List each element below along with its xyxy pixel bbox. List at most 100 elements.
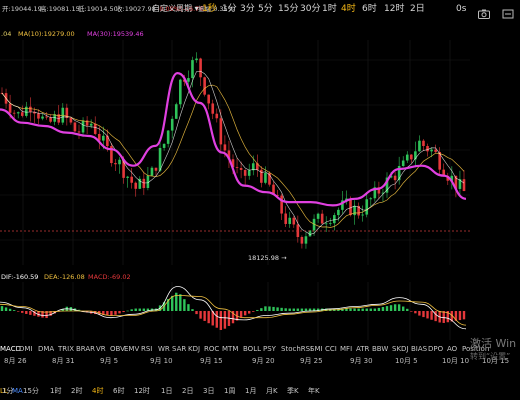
ohlc-low: 低:19014.50 (78, 5, 118, 13)
candle-body (324, 223, 328, 225)
candle-body (462, 179, 466, 191)
price-chart[interactable] (0, 40, 470, 265)
bottom-interval[interactable]: 6时 (113, 386, 124, 396)
indicator-trix[interactable]: TRIX (58, 344, 74, 354)
indicator-dmi[interactable]: DMI (19, 344, 33, 354)
candle-body (426, 146, 429, 152)
macd-histogram-bar (207, 311, 210, 324)
indicator-dpo[interactable]: DPO (428, 344, 443, 354)
bottom-interval[interactable]: 1周 (224, 386, 235, 396)
bottom-interval[interactable]: 4时 (92, 386, 103, 396)
interval-15m[interactable]: 15分 (278, 3, 298, 15)
ma10-value: MA(10):19279.00 (18, 30, 75, 38)
camera-icon[interactable] (478, 4, 490, 19)
date-label: 9月 30 (350, 357, 373, 365)
bottom-interval[interactable]: 1日 (161, 386, 172, 396)
candle-body (304, 236, 308, 244)
candle-body (239, 167, 243, 170)
candle-body (134, 182, 138, 189)
interval-30m[interactable]: 30分 (300, 3, 320, 15)
date-label: 10月 5 (395, 357, 418, 365)
indicator-boll[interactable]: BOLL (243, 344, 261, 354)
indicator-obv[interactable]: OBV (110, 344, 125, 354)
indicator-rsi[interactable]: RSI (141, 344, 152, 354)
bottom-interval[interactable]: 1月 (245, 386, 256, 396)
indicator-skdj[interactable]: SKDJ (392, 344, 409, 354)
macd-histogram-bar (418, 311, 421, 316)
indicator-mtm[interactable]: MTM (222, 344, 238, 354)
macd-histogram-bar (130, 309, 133, 311)
candle-body (300, 236, 304, 244)
watermark-line2: 转到“设置” (470, 352, 511, 361)
indicator-dma[interactable]: DMA (38, 344, 54, 354)
indicator-kdj[interactable]: KDJ (188, 344, 200, 354)
bottom-interval[interactable]: 年K (308, 386, 320, 396)
interval-5m[interactable]: 5分 (258, 3, 273, 15)
interval-0s[interactable]: 0s (456, 3, 466, 15)
macd-histogram-bar (29, 311, 32, 315)
settings-icon[interactable] (502, 4, 514, 19)
macd-histogram-bar (8, 308, 12, 311)
indicator-atr[interactable]: ATR (356, 344, 369, 354)
interval-1h[interactable]: 1时 (322, 3, 337, 15)
indicator-macd[interactable]: MACD (0, 344, 21, 354)
candle-body (361, 214, 364, 216)
macd-histogram-bar (183, 299, 186, 311)
date-label: 8月 31 (52, 357, 75, 365)
bottom-left-ma[interactable]: MA (12, 386, 23, 396)
interval-4h[interactable]: 4时 (341, 3, 356, 15)
macd-histogram-bar (426, 311, 429, 319)
interval-3m[interactable]: 3分 (240, 3, 255, 15)
indicator-stochrsi[interactable]: StochRSI (281, 344, 312, 354)
bottom-interval[interactable]: 15分 (23, 386, 39, 396)
bottom-interval[interactable]: 3日 (203, 386, 214, 396)
macd-histogram-bar (410, 311, 413, 312)
indicator-cci[interactable]: CCI (325, 344, 337, 354)
bottom-interval[interactable]: 月K (266, 386, 278, 396)
interval-1s[interactable]: 1秒 (202, 3, 217, 15)
indicator-brar[interactable]: BRAR (76, 344, 95, 354)
indicator-mfi[interactable]: MFI (340, 344, 352, 354)
macd-histogram-bar (256, 309, 259, 311)
ma-first-value: .04 (1, 30, 12, 38)
bottom-interval[interactable]: 季K (287, 386, 299, 396)
macd-histogram-bar (357, 308, 360, 311)
candle-body (118, 159, 121, 165)
indicator-emv[interactable]: EMV (124, 344, 139, 354)
macd-histogram-bar (142, 308, 146, 311)
candle-body (223, 144, 227, 151)
candle-body (316, 213, 320, 219)
interval-6h[interactable]: 6时 (362, 3, 377, 15)
candle-body (219, 118, 223, 145)
bottom-interval[interactable]: 1分 (2, 386, 13, 396)
indicator-smi[interactable]: SMI (310, 344, 323, 354)
bottom-interval[interactable]: 2日 (182, 386, 193, 396)
bottom-interval[interactable]: 12时 (134, 386, 150, 396)
candle-body (247, 170, 251, 176)
bottom-interval[interactable]: 2时 (71, 386, 82, 396)
macd-histogram-bar (276, 307, 279, 311)
indicator-bbw[interactable]: BBW (372, 344, 388, 354)
candle-body (20, 112, 24, 116)
macd-chart[interactable] (0, 282, 470, 340)
date-label: 9月 10 (150, 357, 173, 365)
indicator-bias[interactable]: BIAS (411, 344, 427, 354)
bottom-interval[interactable]: 1时 (50, 386, 61, 396)
indicator-roc[interactable]: ROC (204, 344, 219, 354)
candle-body (251, 163, 255, 171)
indicator-vr[interactable]: VR (96, 344, 106, 354)
interval-12h[interactable]: 12时 (384, 3, 404, 15)
candle-body (77, 131, 81, 133)
interval-1m[interactable]: 1分 (222, 3, 237, 15)
indicator-ao[interactable]: AO (447, 344, 457, 354)
candle-body (37, 113, 40, 119)
indicator-sar[interactable]: SAR (172, 344, 186, 354)
interval-2d[interactable]: 2日 (410, 3, 425, 15)
candle-body (264, 172, 267, 183)
macd-histogram-bar (122, 311, 125, 313)
candle-body (284, 213, 287, 224)
macd-histogram-bar (272, 306, 275, 311)
chart-type-select[interactable]: 自定义周期 ▾ (152, 3, 199, 15)
indicator-psy[interactable]: PSY (263, 344, 276, 354)
indicator-wr[interactable]: WR (158, 344, 170, 354)
